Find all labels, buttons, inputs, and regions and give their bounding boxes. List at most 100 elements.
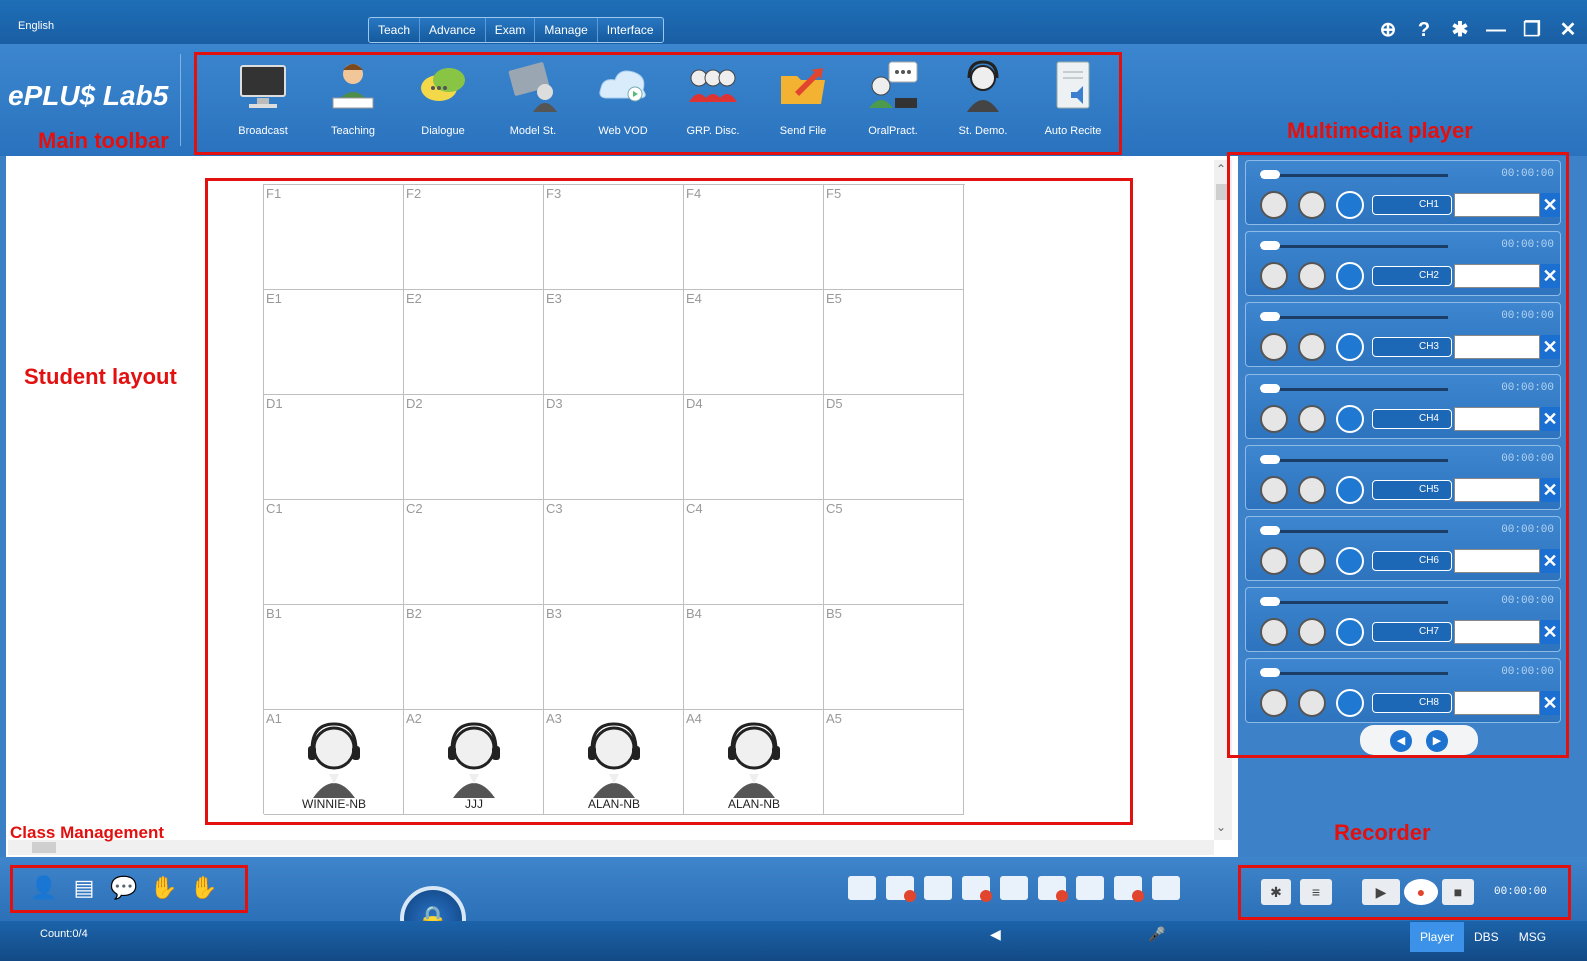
seat-cell[interactable]: A3 ALAN-NB: [544, 710, 684, 815]
group-discussion-button[interactable]: GRP. Disc.: [668, 58, 758, 146]
play-icon[interactable]: [1336, 618, 1364, 647]
seat-cell[interactable]: E4: [684, 290, 824, 395]
seat-cell[interactable]: F3: [544, 185, 684, 290]
progress-knob[interactable]: [1260, 170, 1280, 179]
progress-knob[interactable]: [1260, 668, 1280, 678]
scroll-thumb[interactable]: [32, 842, 56, 853]
seat-cell[interactable]: C2: [404, 500, 544, 605]
seat-cell[interactable]: E2: [404, 290, 544, 395]
tag-icon[interactable]: [1076, 876, 1104, 900]
teaching-button[interactable]: Teaching: [308, 58, 398, 146]
repeat-icon[interactable]: [1260, 191, 1288, 219]
play-icon[interactable]: [1336, 547, 1364, 575]
progress-knob[interactable]: [1260, 454, 1280, 464]
seat-cell[interactable]: C3: [544, 500, 684, 605]
channel-file-field[interactable]: [1454, 335, 1540, 360]
stop-html-icon[interactable]: [962, 876, 992, 902]
channel-file-field[interactable]: [1454, 264, 1540, 289]
id-card-icon[interactable]: ▤: [70, 875, 98, 901]
repeat-icon[interactable]: [1260, 547, 1288, 575]
progress-track[interactable]: [1260, 530, 1448, 533]
student-headset-icon[interactable]: [574, 718, 654, 803]
globe-icon[interactable]: ⊕: [1375, 18, 1401, 42]
play-icon[interactable]: [1336, 689, 1364, 718]
channel-label[interactable]: CH5: [1372, 479, 1452, 500]
seat-cell[interactable]: A1 WINNIE-NB: [264, 710, 404, 815]
stop-icon[interactable]: [1298, 618, 1326, 647]
seat-cell[interactable]: E5: [824, 290, 964, 395]
recorder-play-icon[interactable]: ▶: [1362, 879, 1400, 905]
seat-cell[interactable]: C1: [264, 500, 404, 605]
channel-label[interactable]: CH4: [1372, 408, 1452, 429]
progress-knob[interactable]: [1260, 312, 1280, 322]
window-switch-icon[interactable]: [1152, 876, 1180, 900]
repeat-icon[interactable]: [1260, 618, 1288, 647]
seat-cell[interactable]: D4: [684, 395, 824, 500]
progress-track[interactable]: [1260, 387, 1448, 391]
progress-track[interactable]: [1260, 174, 1448, 177]
recorder-list-icon[interactable]: ≡: [1300, 879, 1332, 905]
user-icon[interactable]: 👤: [30, 875, 58, 901]
channel-label[interactable]: CH7: [1372, 622, 1452, 643]
seat-cell[interactable]: A2 JJJ: [404, 710, 544, 815]
menu-advance[interactable]: Advance: [420, 18, 486, 42]
seat-cell[interactable]: D2: [404, 395, 544, 500]
clear-channel-icon[interactable]: ✕: [1540, 335, 1560, 360]
seat-cell[interactable]: E1: [264, 290, 404, 395]
repeat-icon[interactable]: [1260, 333, 1288, 362]
broadcast-button[interactable]: Broadcast: [218, 58, 308, 146]
gear-icon[interactable]: ✱: [1447, 18, 1473, 42]
progress-track[interactable]: [1260, 672, 1448, 676]
channel-label[interactable]: CH3: [1372, 337, 1452, 358]
help-icon[interactable]: ?: [1411, 18, 1437, 42]
stop-layout-icon[interactable]: [1038, 876, 1068, 902]
play-icon[interactable]: [1336, 191, 1364, 219]
channel-file-field[interactable]: [1454, 620, 1540, 645]
tab-dbs[interactable]: DBS: [1464, 922, 1509, 952]
html-icon[interactable]: [924, 876, 952, 900]
seat-cell[interactable]: B1: [264, 605, 404, 710]
channel-label[interactable]: CH8: [1372, 693, 1452, 714]
seat-cell[interactable]: C5: [824, 500, 964, 605]
clear-hand-icon[interactable]: ✋: [190, 875, 218, 901]
seat-cell[interactable]: A5: [824, 710, 964, 815]
clear-channel-icon[interactable]: ✕: [1540, 193, 1560, 217]
scroll-up-icon[interactable]: ⌃: [1216, 162, 1226, 176]
seat-cell[interactable]: B5: [824, 605, 964, 710]
play-icon[interactable]: [1336, 262, 1364, 291]
auto-recite-button[interactable]: Auto Recite: [1028, 58, 1118, 146]
clear-channel-icon[interactable]: ✕: [1540, 264, 1560, 289]
clear-channel-icon[interactable]: ✕: [1540, 477, 1560, 502]
close-icon[interactable]: ✕: [1555, 18, 1581, 42]
oral-practice-button[interactable]: OralPract.: [848, 58, 938, 146]
prev-page-icon[interactable]: ◀: [1390, 730, 1412, 752]
seat-cell[interactable]: B3: [544, 605, 684, 710]
minimize-icon[interactable]: —: [1483, 18, 1509, 42]
clear-channel-icon[interactable]: ✕: [1540, 549, 1560, 573]
student-headset-icon[interactable]: [434, 718, 514, 803]
play-icon[interactable]: [1336, 475, 1364, 504]
repeat-icon[interactable]: [1260, 262, 1288, 291]
model-student-button[interactable]: Model St.: [488, 58, 578, 146]
stop-icon[interactable]: [1298, 191, 1326, 219]
seat-cell[interactable]: F1: [264, 185, 404, 290]
speaker-icon[interactable]: ◀: [990, 926, 1001, 943]
seat-cell[interactable]: F4: [684, 185, 824, 290]
seat-cell[interactable]: D1: [264, 395, 404, 500]
menu-interface[interactable]: Interface: [598, 18, 663, 42]
horizontal-scrollbar[interactable]: [8, 840, 1214, 855]
play-icon[interactable]: [1336, 333, 1364, 362]
menu-manage[interactable]: Manage: [535, 18, 598, 42]
channel-label[interactable]: CH6: [1372, 551, 1452, 571]
clear-channel-icon[interactable]: ✕: [1540, 406, 1560, 431]
menu-exam[interactable]: Exam: [486, 18, 536, 42]
send-file-button[interactable]: Send File: [758, 58, 848, 146]
stop-icon[interactable]: [1298, 689, 1326, 718]
progress-knob[interactable]: [1260, 597, 1280, 607]
message-icon[interactable]: 💬: [110, 875, 138, 901]
layout-icon[interactable]: [1000, 876, 1028, 900]
clear-channel-icon[interactable]: ✕: [1540, 691, 1560, 716]
progress-track[interactable]: [1260, 316, 1448, 320]
seat-cell[interactable]: F5: [824, 185, 964, 290]
student-headset-icon[interactable]: [294, 718, 374, 803]
